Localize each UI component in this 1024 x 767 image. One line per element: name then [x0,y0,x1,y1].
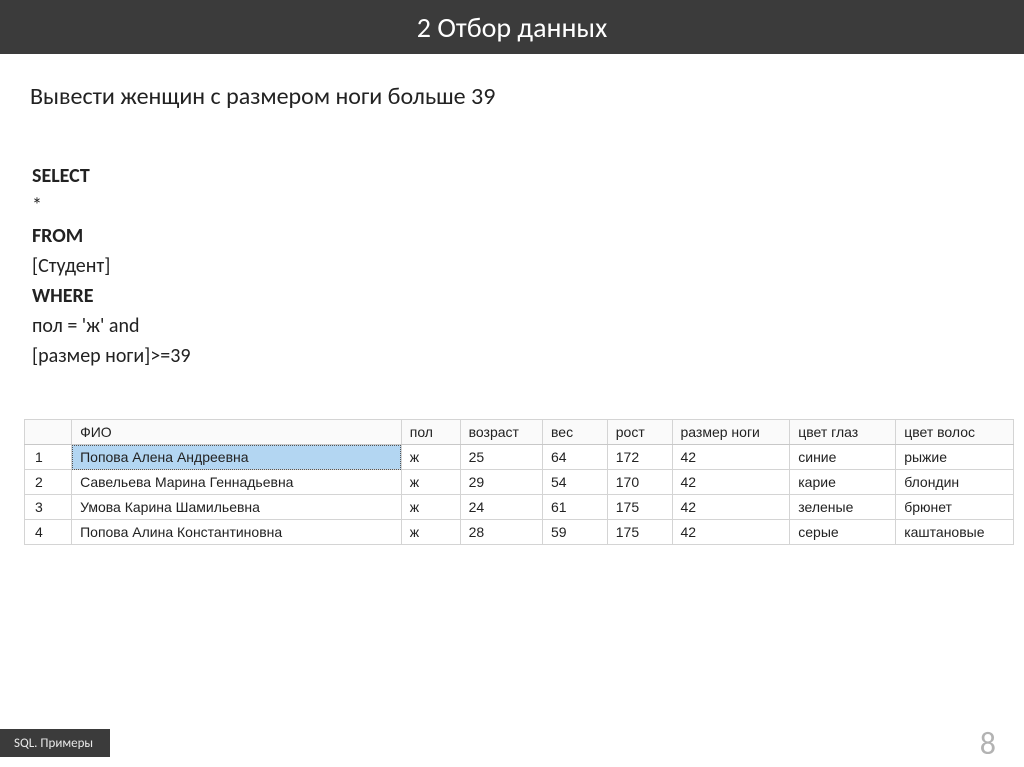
table-cell: Попова Алена Андреевна [72,445,402,470]
from-table: [Студент] [32,251,994,281]
table-cell: 175 [607,495,672,520]
table-cell: 54 [543,470,608,495]
task-text: Вывести женщин с размером ноги больше 39 [30,82,994,111]
col-pol: пол [401,420,460,445]
table-cell: блондин [896,470,1014,495]
table-cell: 172 [607,445,672,470]
table-cell: зеленые [790,495,896,520]
table-cell: 61 [543,495,608,520]
table-header-row: ФИО пол возраст вес рост размер ноги цве… [25,420,1014,445]
col-foot: размер ноги [672,420,790,445]
table-cell: каштановые [896,520,1014,545]
col-fio: ФИО [72,420,402,445]
table-cell: брюнет [896,495,1014,520]
col-eye: цвет глаз [790,420,896,445]
table-cell: 2 [25,470,72,495]
table-cell: 1 [25,445,72,470]
table-cell: 28 [460,520,542,545]
table-row: 4Попова Алина Константиновнаж285917542се… [25,520,1014,545]
sql-query-block: SELECT * FROM [Студент] WHERE пол = 'ж' … [32,161,994,371]
table-cell: карие [790,470,896,495]
results-table: ФИО пол возраст вес рост размер ноги цве… [24,419,1014,545]
table-cell: серые [790,520,896,545]
table-cell: 25 [460,445,542,470]
where-line-2: [размер ноги]>=39 [32,341,994,371]
page-number: 8 [980,724,996,763]
results-table-wrap: ФИО пол возраст вес рост размер ноги цве… [24,419,1014,545]
slide-content: Вывести женщин с размером ноги больше 39… [0,54,1024,545]
table-cell: 42 [672,445,790,470]
table-cell: 175 [607,520,672,545]
table-cell: 64 [543,445,608,470]
table-cell: ж [401,445,460,470]
col-hair: цвет волос [896,420,1014,445]
table-cell: 42 [672,520,790,545]
table-cell: 42 [672,495,790,520]
table-cell: синие [790,445,896,470]
col-rownum [25,420,72,445]
table-row: 1Попова Алена Андреевнаж256417242синиеры… [25,445,1014,470]
table-cell: 29 [460,470,542,495]
table-cell: 24 [460,495,542,520]
table-cell: ж [401,520,460,545]
col-ves: вес [543,420,608,445]
col-rost: рост [607,420,672,445]
select-list: * [32,191,994,221]
table-cell: 4 [25,520,72,545]
table-row: 2Савельева Марина Геннадьевнаж295417042к… [25,470,1014,495]
kw-where: WHERE [32,284,94,308]
table-cell: 170 [607,470,672,495]
col-age: возраст [460,420,542,445]
table-cell: 42 [672,470,790,495]
kw-select: SELECT [32,164,90,188]
where-line-1: пол = 'ж' and [32,311,994,341]
table-cell: Савельева Марина Геннадьевна [72,470,402,495]
table-cell: 3 [25,495,72,520]
table-cell: ж [401,470,460,495]
table-cell: 59 [543,520,608,545]
footer-label: SQL. Примеры [0,729,110,757]
table-cell: Умова Карина Шамильевна [72,495,402,520]
kw-from: FROM [32,224,83,248]
table-cell: ж [401,495,460,520]
table-cell: рыжие [896,445,1014,470]
slide-footer: SQL. Примеры 8 [0,719,1024,767]
slide-title: 2 Отбор данных [417,10,607,45]
slide-title-bar: 2 Отбор данных [0,0,1024,54]
table-row: 3Умова Карина Шамильевнаж246117542зелены… [25,495,1014,520]
table-cell: Попова Алина Константиновна [72,520,402,545]
